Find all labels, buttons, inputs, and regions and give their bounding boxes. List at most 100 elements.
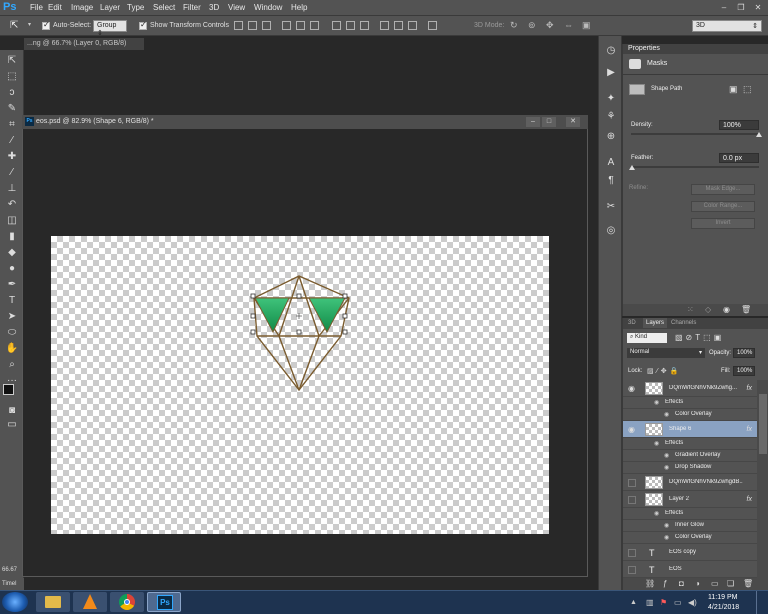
crop-tool-icon[interactable]: ⌗ (3, 118, 21, 132)
zoom-level[interactable]: 66.67 (2, 567, 17, 573)
layer-effects-row[interactable]: ◉ Effects (623, 438, 757, 450)
visibility-eye-icon[interactable]: ◉ (628, 384, 635, 393)
type-tool-icon[interactable]: T (3, 294, 21, 308)
menu-image[interactable]: Image (71, 3, 93, 12)
explorer-taskbar-button[interactable] (36, 592, 70, 612)
load-selection-icon[interactable]: ⁙ (687, 305, 694, 314)
effect-eye-icon[interactable]: ◉ (664, 411, 669, 418)
layer-effect-item[interactable]: ◉ Gradient Overlay (623, 450, 757, 462)
3d-materials-icon[interactable]: ◎ (604, 224, 618, 238)
document-canvas[interactable] (51, 236, 549, 534)
apply-mask-icon[interactable]: ◇ (705, 305, 711, 314)
monitor-icon[interactable]: ▭ (674, 598, 682, 607)
density-slider[interactable] (631, 133, 759, 135)
ellipse-tool-icon[interactable]: ⬭ (3, 326, 21, 340)
doc-close-icon[interactable]: ✕ (566, 117, 580, 127)
menu-filter[interactable]: Filter (183, 3, 201, 12)
menu-3d[interactable]: 3D (209, 3, 219, 12)
adjustment-layer-icon[interactable]: ◑ (695, 579, 700, 588)
dodge-tool-icon[interactable]: ● (3, 262, 21, 276)
lasso-tool-icon[interactable]: ↄ (3, 86, 21, 100)
auto-select-checkbox[interactable] (42, 20, 50, 30)
effects-eye-icon[interactable]: ◉ (654, 510, 659, 517)
layer-fx-icon[interactable]: fx (747, 385, 752, 392)
layer-effect-item[interactable]: ◉ Inner Glow (623, 520, 757, 532)
menu-layer[interactable]: Layer (100, 3, 120, 12)
clock-time[interactable]: 11:19 PM (708, 594, 737, 601)
vlc-taskbar-button[interactable] (73, 592, 107, 612)
feather-input[interactable]: 0.0 px (719, 153, 759, 163)
quick-select-tool-icon[interactable]: ✎ (3, 102, 21, 116)
move-tool-icon[interactable]: ⇱ (3, 54, 21, 68)
effect-eye-icon[interactable]: ◉ (664, 534, 669, 541)
paragraph-icon[interactable]: ¶ (604, 174, 618, 188)
quick-mask-icon[interactable]: ◙ (3, 404, 21, 418)
doc-restore-icon[interactable]: □ (542, 117, 556, 127)
feather-slider-knob[interactable] (629, 165, 635, 170)
history-brush-tool-icon[interactable]: ↶ (3, 198, 21, 212)
layer-row[interactable]: DQmWfGNhVNk9ZwhgdB... (623, 474, 757, 491)
screen-mode-icon[interactable]: ▭ (3, 418, 21, 432)
add-style-icon[interactable]: ƒ (663, 579, 667, 588)
history-icon[interactable]: ◷ (604, 44, 618, 58)
close-icon[interactable]: ✕ (752, 2, 764, 13)
start-button-icon[interactable] (2, 592, 28, 612)
visibility-toggle[interactable] (628, 566, 636, 574)
align-bottom-icon[interactable] (262, 21, 271, 30)
tab-layers[interactable]: Layers (643, 318, 668, 328)
timeline-tab[interactable]: Timel (0, 578, 24, 590)
layers-scroll-thumb[interactable] (759, 394, 767, 454)
tab-3d[interactable]: 3D (628, 320, 636, 326)
add-mask-icon[interactable]: ◘ (679, 579, 684, 588)
effect-eye-icon[interactable]: ◉ (664, 522, 669, 529)
mask-edge-button[interactable]: Mask Edge... (691, 184, 755, 195)
clone-stamp-tool-icon[interactable]: ⊥ (3, 182, 21, 196)
new-layer-icon[interactable]: ❏ (727, 579, 734, 588)
toggle-mask-icon[interactable]: ◉ (723, 305, 730, 314)
hand-tool-icon[interactable]: ✋ (3, 342, 21, 356)
distribute-vcenter-icon[interactable] (346, 21, 355, 30)
auto-align-icon[interactable] (428, 21, 437, 30)
color-range-button[interactable]: Color Range... (691, 201, 755, 212)
actions-play-icon[interactable]: ▶ (604, 66, 618, 80)
layer-effects-row[interactable]: ◉ Effects (623, 508, 757, 520)
foreground-color-swatch[interactable] (3, 384, 14, 395)
layer-effect-item[interactable]: ◉ Color Overlay (623, 409, 757, 421)
effects-eye-icon[interactable]: ◉ (654, 440, 659, 447)
path-select-tool-icon[interactable]: ➤ (3, 310, 21, 324)
layer-fx-icon[interactable]: fx (747, 426, 752, 433)
eraser-tool-icon[interactable]: ◫ (3, 214, 21, 228)
3d-drag-icon[interactable]: ✥ (546, 20, 554, 31)
character-icon[interactable]: A (604, 156, 618, 170)
3d-rotate-icon[interactable]: ↻ (510, 20, 518, 31)
layer-effect-item[interactable]: ◉ Drop Shadow (623, 462, 757, 474)
layer-effects-row[interactable]: ◉ Effects (623, 397, 757, 409)
delete-mask-icon[interactable]: 🗑 (741, 305, 751, 314)
photoshop-taskbar-button[interactable]: Ps (147, 592, 181, 612)
show-transform-checkbox[interactable] (139, 20, 147, 30)
menu-type[interactable]: Type (127, 3, 144, 12)
delete-layer-icon[interactable]: 🗑 (743, 579, 753, 588)
menu-window[interactable]: Window (254, 3, 282, 12)
auto-select-dropdown[interactable]: Group ⇕ (93, 20, 127, 37)
lock-icons[interactable]: ▨⁄✥🔒 (647, 367, 681, 375)
distribute-bottom-icon[interactable] (360, 21, 369, 30)
tool-preset-chevron-icon[interactable]: ▾ (28, 21, 31, 28)
blend-mode-dropdown[interactable]: Normal ▾ (627, 348, 705, 358)
tab-channels[interactable]: Channels (671, 320, 696, 326)
effects-eye-icon[interactable]: ◉ (654, 399, 659, 406)
fill-input[interactable]: 100% (733, 366, 755, 376)
visibility-toggle[interactable] (628, 549, 636, 557)
layer-row[interactable]: T EOS (623, 561, 757, 578)
filter-kind-dropdown[interactable]: ⌕ Kind (627, 333, 667, 343)
marquee-tool-icon[interactable]: ⬚ (3, 70, 21, 84)
restore-icon[interactable]: ❐ (735, 2, 747, 13)
pen-tool-icon[interactable]: ✒ (3, 278, 21, 292)
network-icon[interactable]: ▥ (646, 598, 654, 607)
new-group-icon[interactable]: ▭ (711, 579, 719, 588)
layer-row[interactable]: T EOS copy (623, 544, 757, 561)
density-input[interactable]: 100% (719, 120, 759, 130)
effect-eye-icon[interactable]: ◉ (664, 452, 669, 459)
3d-roll-icon[interactable]: ⊚ (528, 20, 536, 31)
feather-slider[interactable] (631, 166, 759, 168)
